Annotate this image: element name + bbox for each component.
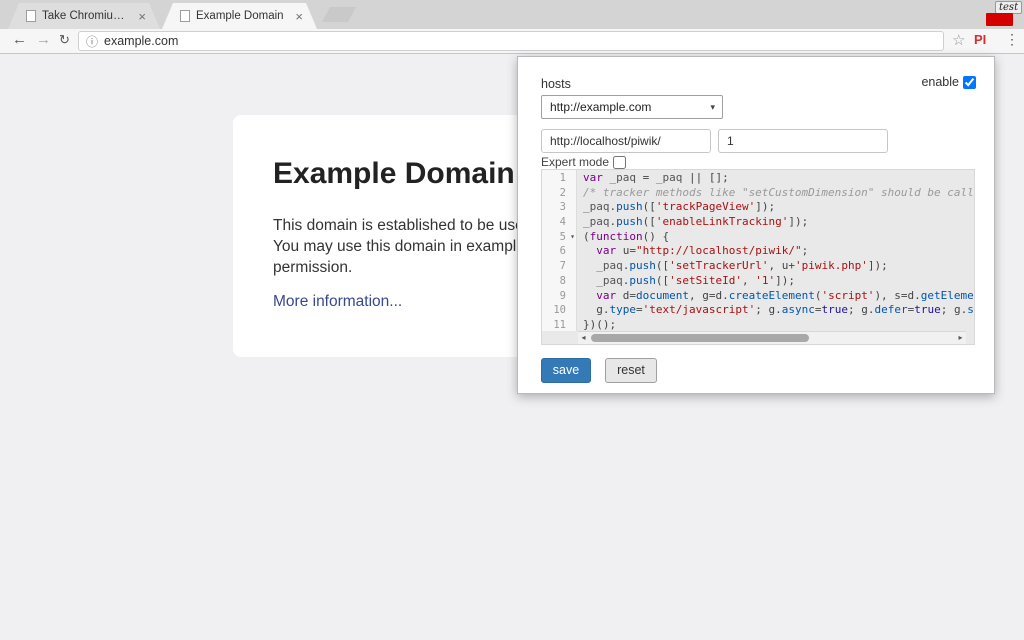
tab-chromium[interactable]: Take Chromium every × — [8, 3, 160, 29]
recording-indicator — [986, 13, 1013, 26]
reload-icon[interactable]: ↻ — [59, 30, 70, 50]
bookmark-star-icon[interactable]: ☆ — [952, 31, 965, 49]
tracking-code-editor[interactable]: 12345▾67891011 var _paq = _paq || [];/* … — [541, 169, 975, 345]
tab-example-domain[interactable]: Example Domain × — [162, 3, 317, 29]
editor-gutter: 12345▾67891011 — [542, 170, 577, 331]
scrollbar-thumb[interactable] — [591, 334, 809, 342]
browser-window: Take Chromium every × Example Domain × t… — [0, 0, 1024, 640]
tab-strip: Take Chromium every × Example Domain × t… — [0, 0, 1024, 29]
save-button[interactable]: save — [541, 358, 591, 383]
close-tab-icon[interactable]: × — [295, 10, 303, 23]
tab-label: Take Chromium every — [42, 10, 132, 22]
page-favicon-icon — [180, 10, 190, 22]
enable-option: enable — [921, 75, 976, 89]
new-tab-button[interactable] — [322, 7, 356, 22]
host-select-value: http://example.com — [550, 100, 710, 114]
page-info-icon[interactable]: ⓘ — [86, 33, 98, 50]
scroll-right-icon[interactable]: ▸ — [955, 332, 966, 344]
hosts-label: hosts — [541, 77, 571, 91]
piwik-extension-icon[interactable]: PI — [974, 32, 986, 47]
host-select[interactable]: http://example.com ▾ — [541, 95, 723, 119]
back-icon[interactable]: ← — [12, 30, 27, 50]
expert-mode-label: Expert mode — [541, 155, 609, 169]
enable-label: enable — [921, 75, 959, 89]
scroll-left-icon[interactable]: ◂ — [578, 332, 589, 344]
tracker-url-input[interactable] — [541, 129, 711, 153]
reset-button[interactable]: reset — [605, 358, 657, 383]
chevron-down-icon: ▾ — [710, 102, 715, 113]
horizontal-scrollbar[interactable]: ◂ ▸ — [578, 331, 966, 344]
expert-mode-checkbox[interactable] — [613, 156, 626, 169]
tab-label: Example Domain — [196, 10, 289, 22]
more-information-link[interactable]: More information... — [273, 293, 402, 311]
enable-checkbox[interactable] — [963, 76, 976, 89]
url-text: example.com — [104, 34, 178, 48]
editor-code[interactable]: var _paq = _paq || [];/* tracker methods… — [578, 170, 974, 331]
page-favicon-icon — [26, 10, 36, 22]
site-id-input[interactable] — [718, 129, 888, 153]
address-bar[interactable]: ⓘ example.com — [78, 31, 944, 51]
piwik-extension-popup: hosts enable http://example.com ▾ Expert… — [517, 56, 995, 394]
close-tab-icon[interactable]: × — [138, 10, 146, 23]
forward-icon[interactable]: → — [36, 30, 51, 50]
expert-mode-option: Expert mode — [541, 155, 626, 169]
browser-menu-icon[interactable]: ⋮ — [1005, 31, 1019, 48]
